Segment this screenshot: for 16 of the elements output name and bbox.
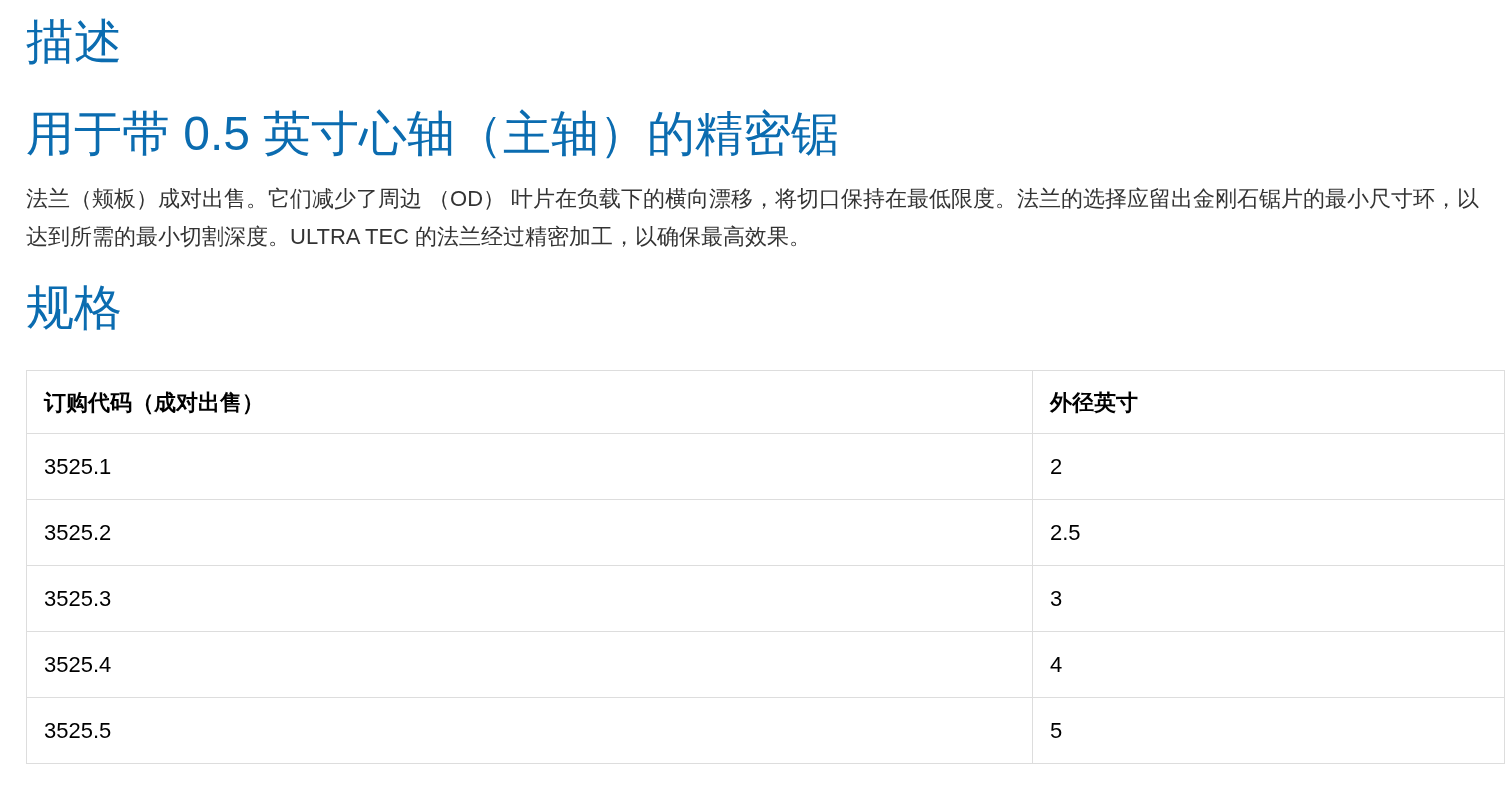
table-cell: 3525.4 — [26, 631, 1033, 698]
table-cell: 4 — [1032, 631, 1505, 698]
table-cell: 3525.1 — [26, 433, 1033, 500]
column-header: 订购代码（成对出售） — [26, 370, 1033, 434]
table-cell: 3525.2 — [26, 499, 1033, 566]
section-heading: 描述 — [26, 14, 122, 70]
column-header: 外径英寸 — [1032, 370, 1505, 434]
table-cell: 2.5 — [1032, 499, 1505, 566]
table-cell: 5 — [1032, 697, 1505, 764]
description-paragraph: 法兰（颊板）成对出售。它们减少了周边 （OD） 叶片在负载下的横向漂移，将切口保持在最低限度。法兰的选择应留出金刚石锯片的最小尺寸环，以达到所需的最小切割深度。ULTRA TEC 的法兰经过精密加工，以确保最高效果。 — [26, 185, 1481, 251]
product-title: 用于带 0.5 英寸心轴（主轴）的精密锯 — [26, 106, 840, 162]
section-heading: 规格 — [26, 280, 122, 336]
table-cell: 2 — [1032, 433, 1505, 500]
table-cell: 3 — [1032, 565, 1505, 632]
table-cell: 3525.5 — [26, 697, 1033, 764]
table-cell: 3525.3 — [26, 565, 1033, 632]
